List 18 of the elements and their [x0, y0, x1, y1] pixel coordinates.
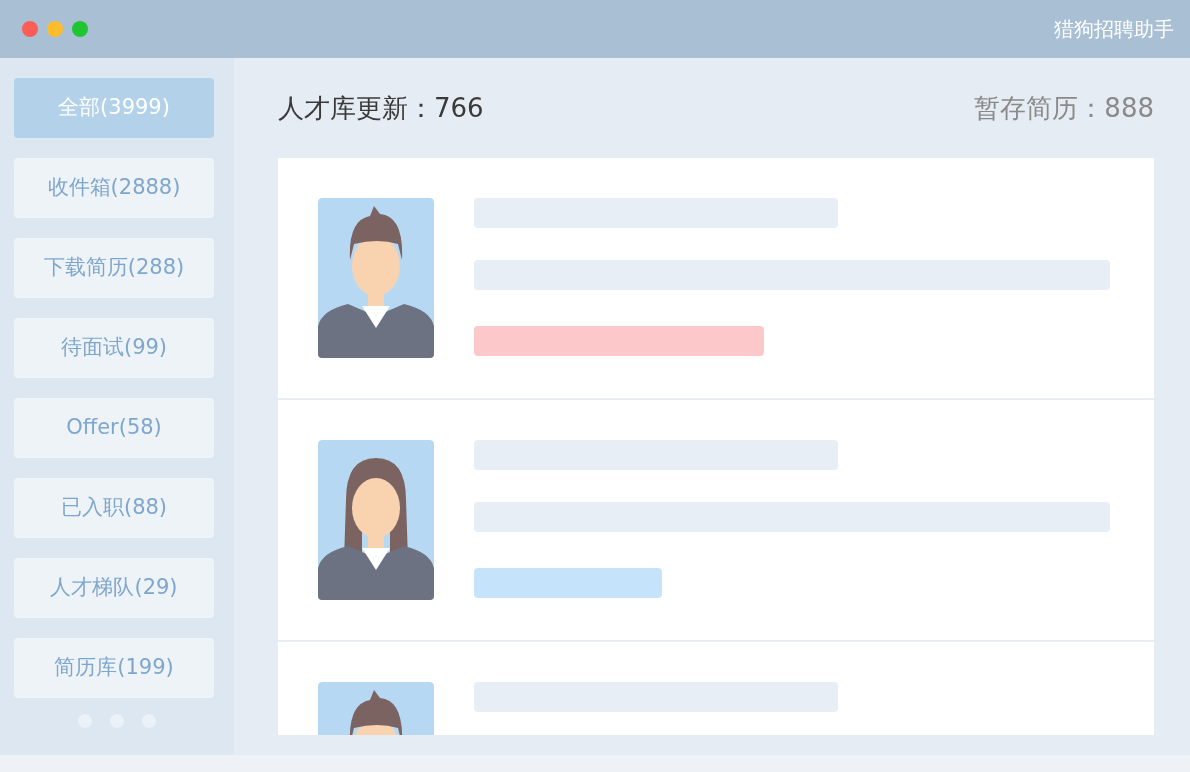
- minimize-button[interactable]: [47, 21, 63, 37]
- sidebar-item[interactable]: 简历库(199): [14, 638, 214, 698]
- sidebar-item[interactable]: 收件箱(2888): [14, 158, 214, 218]
- close-button[interactable]: [22, 21, 38, 37]
- sidebar-item[interactable]: 下载简历(288): [14, 238, 214, 298]
- candidate-card[interactable]: [278, 158, 1154, 398]
- talent-update-count: 人才库更新：766: [278, 91, 484, 125]
- saved-resume-count: 暂存简历：888: [974, 91, 1154, 125]
- avatar-silhouette-icon: [318, 440, 434, 600]
- sidebar-item[interactable]: 待面试(99): [14, 318, 214, 378]
- sidebar-item[interactable]: 已入职(88): [14, 478, 214, 538]
- sidebar-item[interactable]: 全部(3999): [14, 78, 214, 138]
- maximize-button[interactable]: [72, 21, 88, 37]
- window-title: 猎狗招聘助手: [1054, 16, 1174, 43]
- candidate-card[interactable]: [278, 400, 1154, 640]
- sidebar-item[interactable]: Offer(58): [14, 398, 214, 458]
- sidebar-item[interactable]: 人才梯队(29): [14, 558, 214, 618]
- avatar-silhouette-icon: [318, 198, 434, 358]
